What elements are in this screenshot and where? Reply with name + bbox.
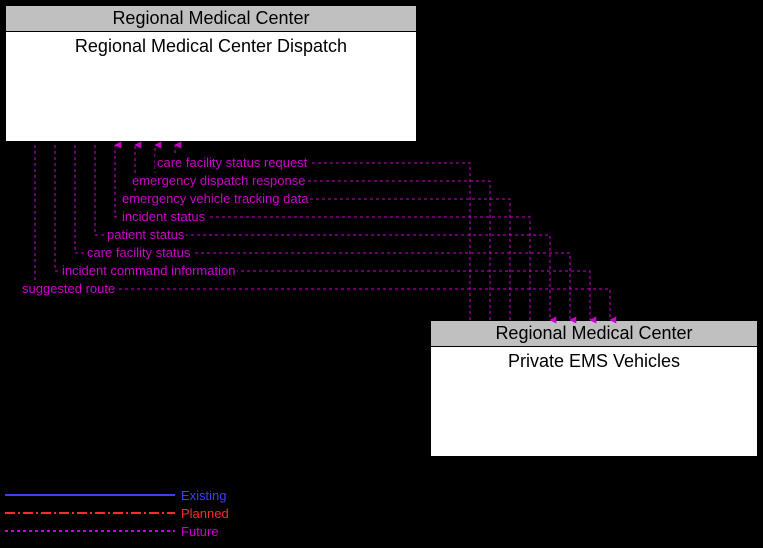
node-ems-header: Regional Medical Center xyxy=(431,321,757,347)
flow-emergency-dispatch-response[interactable]: emergency dispatch response xyxy=(130,173,307,188)
flow-incident-command-information[interactable]: incident command information xyxy=(60,263,237,278)
node-dispatch[interactable]: Regional Medical Center Regional Medical… xyxy=(5,5,417,142)
legend-planned-label: Planned xyxy=(181,506,229,521)
flow-patient-status[interactable]: patient status xyxy=(105,227,186,242)
node-dispatch-header: Regional Medical Center xyxy=(6,6,416,32)
legend-planned-line xyxy=(5,506,175,520)
legend-planned: Planned xyxy=(5,504,229,522)
legend-future-label: Future xyxy=(181,524,219,539)
legend-existing: Existing xyxy=(5,486,229,504)
legend-existing-line xyxy=(5,488,175,502)
legend: Existing Planned Future xyxy=(5,486,229,540)
legend-future-line xyxy=(5,524,175,538)
legend-future: Future xyxy=(5,522,229,540)
diagram-canvas: Regional Medical Center Regional Medical… xyxy=(0,0,763,548)
flow-suggested-route[interactable]: suggested route xyxy=(20,281,117,296)
node-ems-title: Private EMS Vehicles xyxy=(431,347,757,456)
flow-incident-status[interactable]: incident status xyxy=(120,209,207,224)
node-dispatch-title: Regional Medical Center Dispatch xyxy=(6,32,416,141)
flow-care-facility-status-request[interactable]: care facility status request xyxy=(155,155,309,170)
node-ems[interactable]: Regional Medical Center Private EMS Vehi… xyxy=(430,320,758,457)
flow-care-facility-status[interactable]: care facility status xyxy=(85,245,192,260)
legend-existing-label: Existing xyxy=(181,488,227,503)
flow-emergency-vehicle-tracking-data[interactable]: emergency vehicle tracking data xyxy=(120,191,310,206)
